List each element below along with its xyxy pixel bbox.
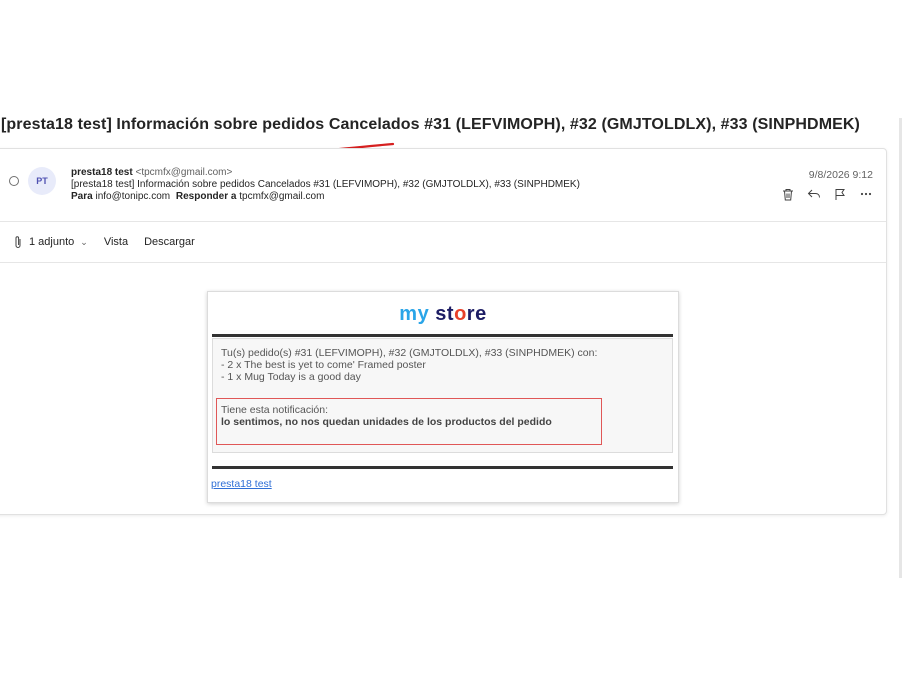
order-content: Tu(s) pedido(s) #31 (LEFVIMOPH), #32 (GM…	[212, 338, 673, 453]
top-rule	[212, 334, 673, 337]
email-subject: [presta18 test] Información sobre pedido…	[1, 116, 860, 133]
message-actions	[780, 186, 874, 202]
store-logo: my store	[399, 303, 487, 325]
reply-to-value[interactable]: tpcmfx@gmail.com	[239, 191, 324, 202]
avatar: PT	[28, 167, 56, 195]
message-date: 9/8/2026 9:12	[808, 169, 873, 181]
message-card: PT presta18 test <tpcmfx@gmail.com> [pre…	[0, 148, 887, 515]
to-value[interactable]: info@tonipc.com	[95, 191, 170, 202]
sender-name[interactable]: presta18 test	[71, 167, 133, 178]
sender-block: presta18 test <tpcmfx@gmail.com> [presta…	[71, 167, 580, 203]
trash-icon[interactable]	[780, 186, 796, 202]
order-item: - 2 x The best is yet to come' Framed po…	[221, 359, 426, 371]
to-label: Para	[71, 191, 93, 202]
reply-icon[interactable]	[806, 186, 822, 202]
scrollbar[interactable]	[899, 118, 902, 578]
order-text: Tu(s) pedido(s) #31 (LEFVIMOPH), #32 (GM…	[221, 347, 597, 383]
attachment-bar: 1 adjunto ⌄ Vista Descargar	[0, 222, 886, 262]
reply-to-label: Responder a	[175, 191, 237, 202]
order-intro: Tu(s) pedido(s) #31 (LEFVIMOPH), #32 (GM…	[221, 347, 598, 359]
attachment-divider	[0, 262, 886, 263]
store-footer-link[interactable]: presta18 test	[211, 478, 272, 490]
flag-icon[interactable]	[832, 186, 848, 202]
more-icon[interactable]	[858, 186, 874, 202]
notification-message: lo sentimos, no nos quedan unidades de l…	[221, 416, 552, 428]
order-item: - 1 x Mug Today is a good day	[221, 371, 361, 383]
select-radio[interactable]	[9, 176, 19, 186]
paperclip-icon	[13, 235, 23, 249]
chevron-down-icon[interactable]: ⌄	[80, 237, 88, 248]
email-body: my store Tu(s) pedido(s) #31 (LEFVIMOPH)…	[207, 291, 679, 503]
bottom-rule	[212, 466, 673, 469]
notification-box: Tiene esta notificación: lo sentimos, no…	[216, 398, 602, 445]
view-button[interactable]: Vista	[104, 236, 128, 248]
download-button[interactable]: Descargar	[144, 236, 195, 248]
notification-label: Tiene esta notificación:	[221, 404, 329, 416]
message-subject-line: [presta18 test] Información sobre pedido…	[71, 179, 580, 190]
attachment-count[interactable]: 1 adjunto	[29, 236, 74, 248]
message-header: PT presta18 test <tpcmfx@gmail.com> [pre…	[0, 149, 886, 221]
sender-email: <tpcmfx@gmail.com>	[135, 167, 233, 178]
